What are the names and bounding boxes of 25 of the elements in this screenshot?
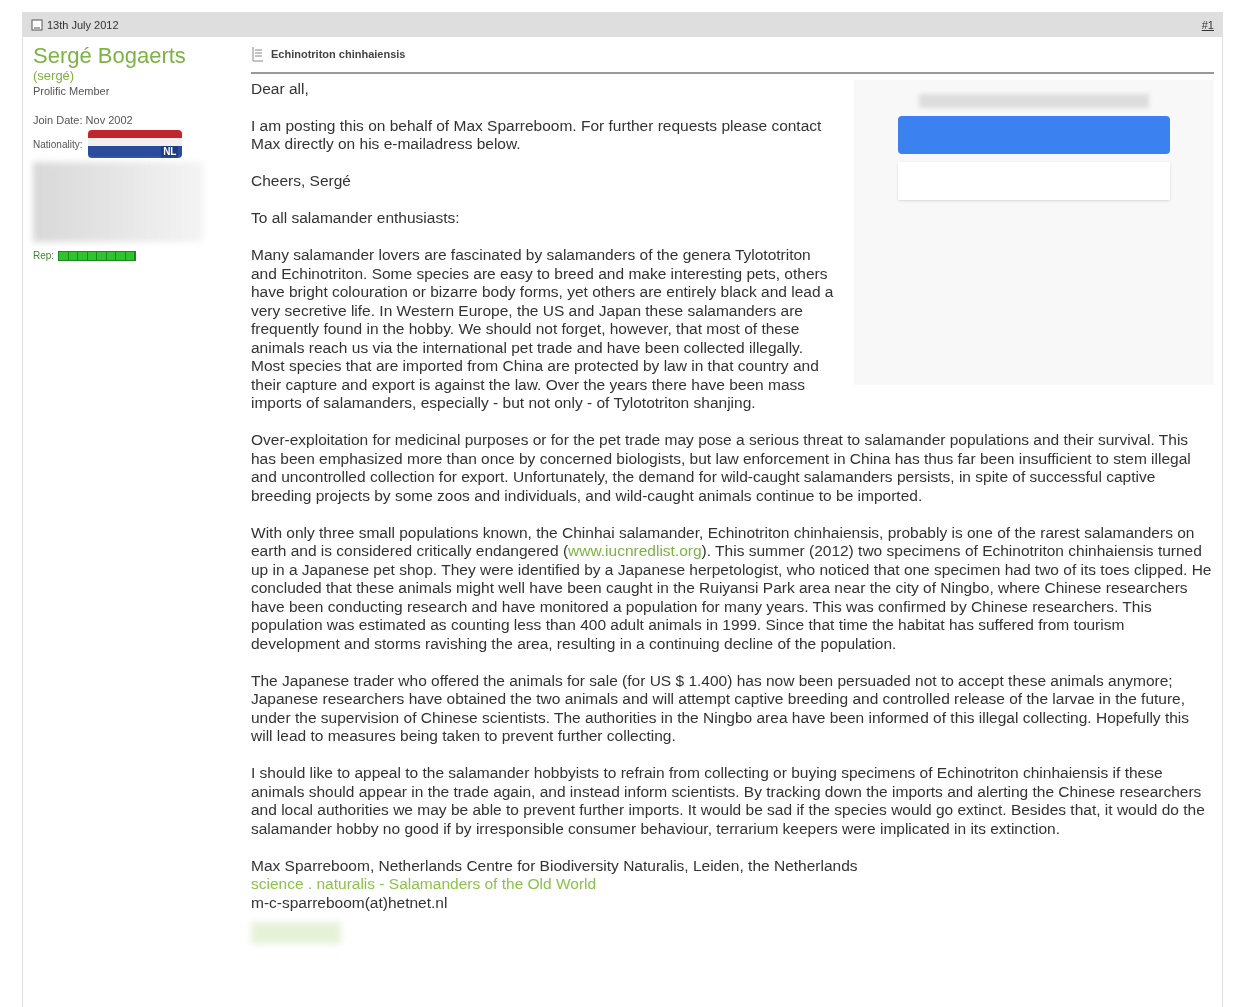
post-date: 13th July 2012 bbox=[47, 17, 119, 33]
signature-email: m-c-sparreboom(at)hetnet.nl bbox=[251, 893, 449, 912]
paragraph: Cheers, Sergé bbox=[251, 172, 352, 191]
post-title: Echinotriton chinhaiensis bbox=[271, 47, 406, 62]
paragraph: Over-exploitation for medicinal purposes or for the pet trade may pose a serious threat to salamander populations and their survival. This has been emphasized more than once by concerned biologists, but law enforcement in China has thus far been insufficient to stem illegal and uncontrolled collection for export. Unfortunately, the demand for wild-caught salamanders persists, in spite of successful captive breeding projects by some zoos and individuals, and wild-caught animals continue to be imported. bbox=[251, 431, 1192, 505]
author-username[interactable]: (sergé) bbox=[33, 68, 75, 83]
signature-link[interactable]: science . naturalis - Salamanders of the Old World bbox=[251, 875, 597, 892]
paragraph: I should like to appeal to the salamander hobbyists to refrain from collecting or buying specimens of Echinotriton chinhaiensis if these animals should appear in the trade again, and instead inform scientists. By tracking down the imports and alerting the Chinese researchers and local authorities we may be able to prevent further imports. It would be sad if the species would go extinct. Besides that, it would do the salamander hobby no good if by irresponsible consumer behaviour, terrarium keepers were implicated in its extinction. bbox=[251, 764, 1206, 838]
author-rank: Prolific Member bbox=[33, 84, 111, 99]
paragraph: To all salamander enthusiasts: bbox=[251, 209, 461, 228]
signature-name: Max Sparreboom, Netherlands Centre for Biodiversity Naturalis, Leiden, the Netherlands bbox=[251, 856, 859, 875]
paragraph: The Japanese trader who offered the animals for sale (for US $ 1.400) has now been persuaded not to accept these animals anymore; Japanese researchers have obtained the two animals and will attempt captive breeding and controlled release of the larvae in the future, under the supervision of Chinese scientists. The authorities in the Ningbo area have been informed of this illegal collecting. Hopefully this will lead to measures being taken to prevent further collecting. bbox=[251, 671, 1190, 746]
nationality-label: Nationality: bbox=[33, 137, 83, 152]
paragraph: Many salamander lovers are fascinated by salamanders of the genera Tylototriton and Echinotriton. Some species are easy to breed and make interesting pets, others have bright colouration or bizarre body forms, yet others are entirely black and lead a very secretive life. In Western Europe, the US and Japan these salamanders are frequently found in the hobby. We should not forget, however, that most of these animals reach us via the international pet trade and have been collected illegally. Most species that are imported from China are protected by law in that country and their capture and export is against the law. Over the years there have been mass imports of salamanders, especially - but not only - of Tylototriton shanjing. bbox=[251, 246, 835, 413]
paragraph: I am posting this on behalf of Max Sparreboom. For further requests please contact Max directly on his e-mailadress below. bbox=[251, 116, 823, 154]
flag-code: NL bbox=[161, 146, 179, 158]
document-icon bbox=[251, 46, 265, 63]
link[interactable]: www.iucnredlist.org bbox=[568, 542, 702, 559]
rep-label: Rep: bbox=[33, 249, 55, 263]
paragraph: Dear all, bbox=[251, 79, 310, 98]
paragraph: With only three small populations known, the Chinhai salamander, Echinotriton chinhaiensis, probably is one of the rarest salamanders on earth and is considered critically endangered (www.iucnredlist.org). This summer (2012) two specimens of Echinotriton chinhaiensis turned up in a Japanese pet shop. They were identified by a Japanese herpetologist, who noticed that one specimen had two of its toes clipped. He concluded that these animals might well have been caught in the Ruiyansi Park area near the city of Ningbo, where Chinese researchers have been conducting research and have monitored a population for many years. This was confirmed by Chinese researchers. This population was estimated as counting less than 400 adult animals in 1999. Since that time the habitat has suffered from tourism development and storms ravishing the area, resulting in a continuing decline of the population. bbox=[251, 523, 1213, 653]
join-date: Join Date: Nov 2002 bbox=[33, 112, 134, 128]
author-name[interactable]: Sergé Bogaerts bbox=[33, 43, 251, 69]
document-icon bbox=[31, 19, 43, 31]
post-number-link[interactable]: #1 bbox=[1201, 16, 1214, 34]
